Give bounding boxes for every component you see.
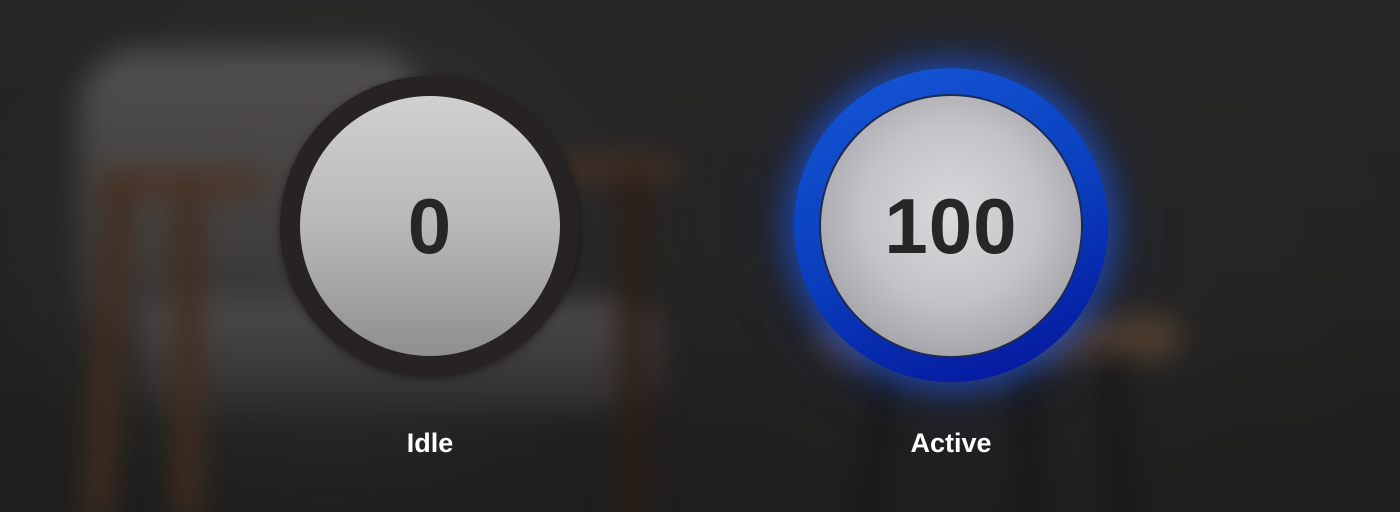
stage: 0 Idle 100 Active [0, 0, 1400, 512]
knob-idle-group: 0 Idle [270, 0, 590, 512]
knob-active-group: 100 Active [791, 0, 1111, 512]
knob-active-value: 100 [884, 182, 1018, 270]
knob-idle[interactable]: 0 [300, 96, 560, 356]
knob-active[interactable]: 100 [819, 94, 1083, 358]
dark-overlay [0, 0, 1400, 512]
knob-idle-label: Idle [406, 428, 454, 458]
knob-idle-value: 0 [407, 182, 453, 270]
knob-active-label: Active [910, 428, 992, 458]
